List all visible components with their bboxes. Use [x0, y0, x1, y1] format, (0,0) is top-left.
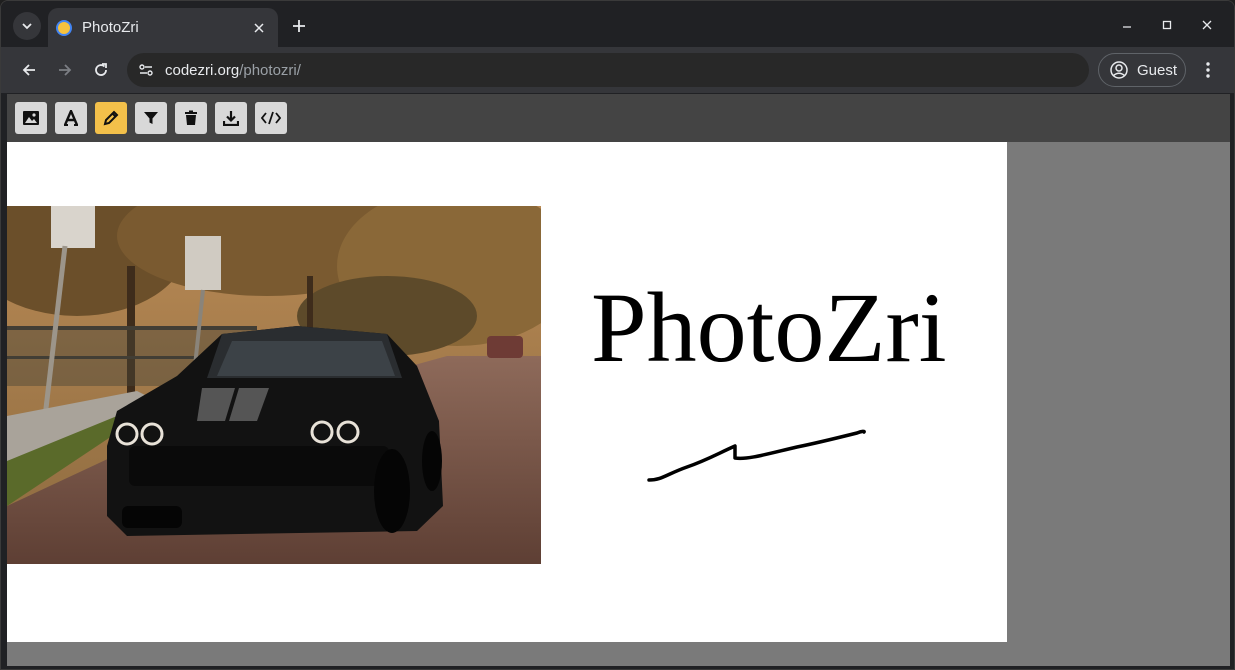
filter-tool-button[interactable] — [135, 102, 167, 134]
new-tab-button[interactable] — [287, 14, 311, 38]
draw-tool-button[interactable] — [95, 102, 127, 134]
maximize-button[interactable] — [1155, 13, 1179, 37]
url-path: /photozri/ — [239, 61, 301, 79]
site-info-icon[interactable] — [137, 61, 155, 79]
tab-title: PhotoZri — [82, 19, 139, 36]
maximize-icon — [1162, 20, 1172, 30]
close-window-button[interactable] — [1195, 13, 1219, 37]
reload-icon — [95, 63, 107, 76]
code-tool-button[interactable] — [255, 102, 287, 134]
page-content: PhotoZri — [7, 94, 1230, 666]
browser-toolbar: codezri.org/photozri/ Guest — [1, 47, 1234, 93]
image-icon — [23, 111, 39, 125]
delete-tool-button[interactable] — [175, 102, 207, 134]
tab-search-button[interactable] — [13, 12, 41, 40]
chevron-down-icon — [22, 23, 32, 30]
arrow-left-icon — [22, 64, 35, 76]
text-tool-button[interactable] — [55, 102, 87, 134]
editor-canvas[interactable]: PhotoZri — [7, 142, 1007, 642]
back-button[interactable] — [15, 56, 43, 84]
freehand-stroke[interactable] — [7, 142, 1007, 642]
browser-menu-button[interactable] — [1196, 56, 1220, 84]
forward-button[interactable] — [51, 56, 79, 84]
code-icon — [261, 111, 281, 125]
address-bar[interactable]: codezri.org/photozri/ — [127, 53, 1089, 87]
app-toolbar — [7, 94, 1230, 142]
tab-close-button[interactable] — [250, 19, 268, 37]
url-text: codezri.org/photozri/ — [165, 62, 301, 79]
account-icon — [1110, 61, 1128, 79]
minimize-button[interactable] — [1115, 13, 1139, 37]
text-icon — [63, 110, 79, 126]
minimize-icon — [1123, 26, 1131, 28]
close-icon — [254, 22, 264, 33]
pencil-icon — [103, 110, 119, 126]
tab-strip: PhotoZri — [1, 1, 1234, 47]
filter-icon — [144, 112, 158, 124]
favicon-icon — [56, 19, 72, 36]
profile-button[interactable]: Guest — [1098, 53, 1186, 87]
more-vertical-icon — [1206, 62, 1210, 78]
download-tool-button[interactable] — [215, 102, 247, 134]
reload-button[interactable] — [87, 56, 115, 84]
profile-label: Guest — [1137, 61, 1178, 79]
download-icon — [223, 111, 239, 126]
browser-window: PhotoZri codezri.org/photozri/ Guest Pho… — [0, 0, 1235, 670]
plus-icon — [293, 20, 305, 32]
arrow-right-icon — [59, 64, 72, 76]
trash-icon — [185, 110, 197, 125]
close-icon — [1202, 20, 1212, 30]
tab-photozri[interactable]: PhotoZri — [48, 8, 278, 47]
url-domain: codezri.org — [165, 61, 240, 79]
image-tool-button[interactable] — [15, 102, 47, 134]
